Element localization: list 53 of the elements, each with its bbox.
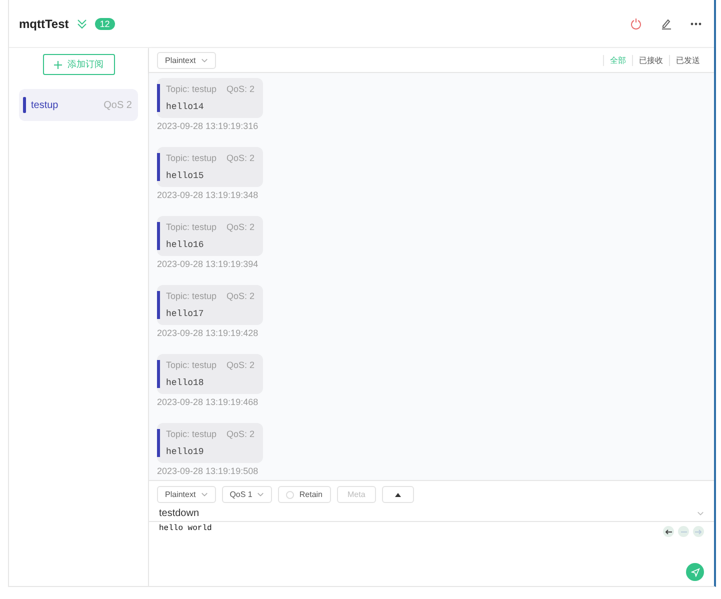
more-icon[interactable] [690,22,702,26]
message-qos: QoS: 2 [226,222,255,232]
message-time: 2023-09-28 13:19:19:348 [157,190,258,200]
power-icon[interactable] [630,18,642,30]
chevron-down-icon [257,492,264,497]
expand-button[interactable] [382,486,414,503]
payload-field[interactable]: hello world [159,524,212,533]
message-topic: Topic: testup [166,360,217,370]
chevron-down-icon [200,58,208,62]
message-time: 2023-09-28 13:19:19:394 [157,259,258,269]
message-time: 2023-09-28 13:19:19:428 [157,328,258,338]
message-count: 12 [94,18,115,30]
forward-icon[interactable] [693,526,704,537]
subscription-qos: QoS 2 [104,100,132,110]
qos-select[interactable]: QoS 1 [222,486,272,503]
topic-field[interactable]: testdown [159,508,200,519]
caret-up-icon [395,492,402,496]
send-icon [690,568,700,576]
message-payload: hello18 [166,378,205,388]
back-icon[interactable] [663,526,674,537]
message-topic: Topic: testup [166,153,217,163]
send-button[interactable] [686,563,704,581]
filter-tab[interactable]: 已发送 [669,54,706,66]
message-payload: hello14 [166,102,205,112]
message-qos: QoS: 2 [226,360,255,370]
connection-title: mqttTest [19,16,69,30]
subscription-item[interactable]: testup QoS 2 [19,89,138,121]
filter-tab[interactable]: 已接收 [632,54,669,66]
double-chevron-icon[interactable] [76,18,87,28]
format-select[interactable]: Plaintext [157,486,216,503]
edit-icon[interactable] [660,18,672,30]
message-time: 2023-09-28 13:19:19:316 [157,121,258,131]
plus-icon [54,60,62,68]
minus-icon[interactable] [678,526,689,537]
message-payload: hello16 [166,240,205,250]
message-topic: Topic: testup [166,84,217,94]
format-select[interactable]: Plaintext [157,52,216,68]
message-topic: Topic: testup [166,429,217,439]
message-qos: QoS: 2 [226,429,255,439]
message-payload: hello17 [166,309,205,319]
message-qos: QoS: 2 [226,291,255,301]
retain-checkbox[interactable]: Retain [278,486,330,503]
message-time: 2023-09-28 13:19:19:468 [157,397,258,407]
message-topic: Topic: testup [166,222,217,232]
message-time: 2023-09-28 13:19:19:508 [157,466,258,476]
subscription-topic: testup [31,100,60,110]
message-topic: Topic: testup [166,291,217,301]
chevron-down-icon [200,492,208,497]
message-qos: QoS: 2 [226,153,255,163]
message-payload: hello15 [166,171,205,181]
message-payload: hello19 [166,447,205,457]
message-qos: QoS: 2 [226,84,255,94]
chevron-down-icon [697,511,704,516]
